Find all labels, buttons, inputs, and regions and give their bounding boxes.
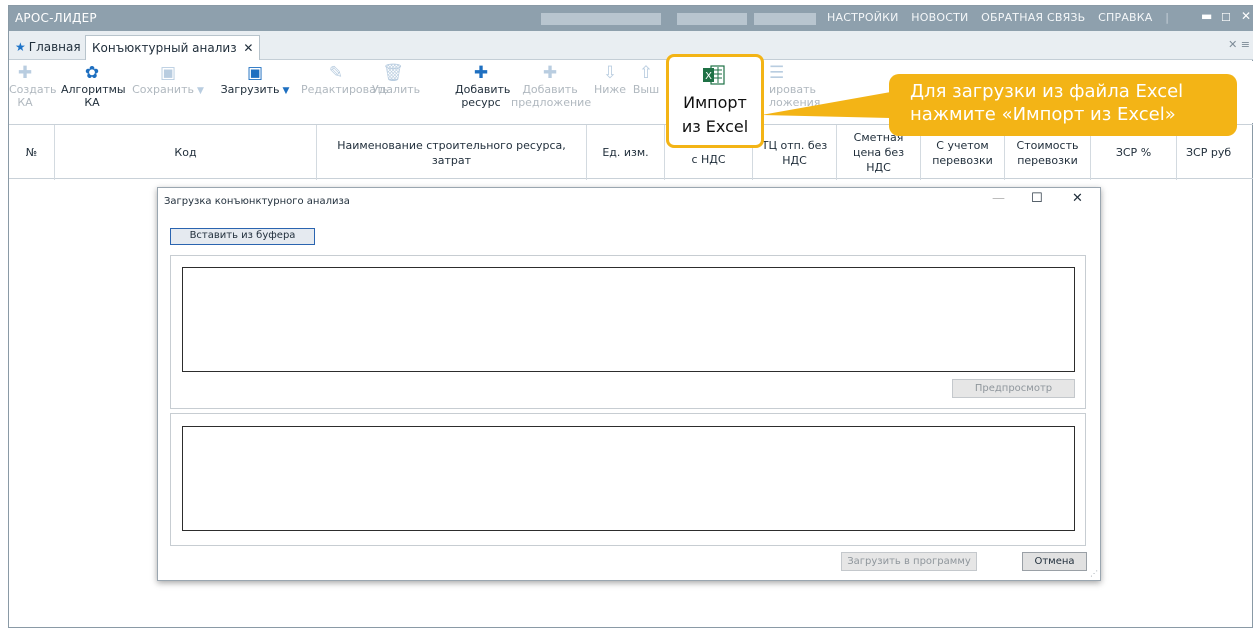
column-unit[interactable]: Ед. изм. — [587, 125, 665, 180]
plus-icon: ✚ — [542, 63, 558, 83]
load-icon: ▣ — [246, 63, 264, 83]
import-label-2: из Excel — [681, 117, 749, 136]
move-down-label: Ниже — [593, 83, 627, 96]
column-number[interactable]: № — [9, 125, 55, 180]
preview-button[interactable]: Предпросмотр — [952, 379, 1075, 398]
menu-news[interactable]: НОВОСТИ — [911, 11, 968, 24]
dialog-minimize-icon[interactable]: — — [992, 191, 1005, 206]
menu-help[interactable]: СПРАВКА — [1098, 11, 1152, 24]
save-icon: ▣ — [159, 63, 177, 83]
minimize-icon[interactable]: ▬ — [1201, 9, 1212, 23]
maximize-icon[interactable]: ☐ — [1221, 11, 1231, 24]
plus-icon: ✚ — [17, 63, 33, 83]
callout-pointer — [761, 92, 891, 118]
cancel-button[interactable]: Отмена — [1022, 552, 1087, 571]
load-into-program-button[interactable]: Загрузить в программу — [841, 552, 977, 571]
blurred-user-info — [677, 13, 747, 25]
move-down-button[interactable]: ⇩ Ниже — [593, 64, 627, 96]
create-label: Создать — [9, 83, 57, 96]
move-down-icon: ⇩ — [602, 63, 618, 83]
blurred-user-info — [541, 13, 661, 25]
gear-icon: ✿ — [84, 63, 100, 83]
chevron-down-icon: ▼ — [282, 86, 290, 96]
add-offer-button[interactable]: ✚ Добавить предложение — [511, 63, 592, 109]
tab-home[interactable]: ★ Главная — [9, 35, 87, 60]
preview-area — [182, 426, 1075, 531]
plus-icon: ✚ — [473, 63, 489, 83]
title-bar: АРОС-ЛИДЕР НАСТРОЙКИ НОВОСТИ ОБРАТНАЯ СВ… — [9, 6, 1253, 31]
add-resource-button[interactable]: ✚ Добавить ресурс — [455, 63, 511, 109]
list-icon: ☰ — [769, 63, 785, 83]
import-dialog: Загрузка конъюнктурного анализа — ☐ ✕ Вс… — [157, 187, 1101, 581]
add-offer-label-2: предложение — [511, 96, 592, 109]
delete-button[interactable]: 🗑 Удалить — [372, 63, 420, 96]
import-excel-button[interactable]: X Импорт из Excel — [666, 54, 764, 148]
column-name[interactable]: Наименование строительного ресурса, затр… — [317, 125, 587, 180]
dialog-maximize-icon[interactable]: ☐ — [1031, 191, 1043, 206]
save-label: Сохранить — [132, 83, 194, 96]
app-title: АРОС-ЛИДЕР — [15, 11, 97, 25]
dialog-close-icon[interactable]: ✕ — [1072, 191, 1083, 206]
create-label-2: КА — [17, 96, 33, 109]
close-icon[interactable]: ✕ — [1241, 9, 1251, 23]
pencil-icon: ✎ — [328, 63, 344, 83]
preview-panel — [170, 413, 1086, 546]
chevron-down-icon: ▼ — [196, 86, 204, 96]
tab-conjuncture[interactable]: Конъюктурный анализ ✕ — [85, 35, 261, 60]
paste-textarea[interactable] — [182, 267, 1075, 372]
tab-conjuncture-label: Конъюктурный анализ — [92, 41, 237, 55]
app-window: АРОС-ЛИДЕР НАСТРОЙКИ НОВОСТИ ОБРАТНАЯ СВ… — [8, 5, 1253, 628]
callout-line-2: нажмите «Импорт из Excel» — [910, 104, 1176, 125]
trash-icon: 🗑 — [382, 63, 404, 83]
delete-label: Удалить — [372, 83, 421, 96]
move-up-label: Выш — [632, 83, 660, 96]
add-resource-label-2: ресурс — [461, 96, 501, 109]
excel-icon-letter: X — [705, 71, 712, 82]
algorithms-label: Алгоритмы — [61, 83, 126, 96]
algorithms-button[interactable]: ✿ Алгоритмы КА — [61, 63, 126, 109]
load-button[interactable]: ▣ Загрузить ▼ — [214, 64, 296, 98]
add-offer-label: Добавить — [522, 83, 578, 96]
blurred-user-info — [754, 13, 816, 25]
tabs-menu-icon[interactable]: ✕ ≡ — [1228, 38, 1250, 51]
tab-close-icon[interactable]: ✕ — [243, 41, 253, 55]
callout-line-1: Для загрузки из файла Excel — [910, 81, 1184, 102]
dialog-title: Загрузка конъюнктурного анализа — [164, 196, 350, 207]
tab-home-label: Главная — [28, 40, 81, 54]
edit-button[interactable]: ✎ Редактировать — [301, 63, 389, 96]
move-up-icon: ⇧ — [638, 63, 654, 83]
menu-feedback[interactable]: ОБРАТНАЯ СВЯЗЬ — [981, 11, 1085, 24]
input-panel: Предпросмотр — [170, 255, 1086, 409]
star-icon: ★ — [15, 40, 26, 54]
add-resource-label: Добавить — [455, 83, 511, 96]
instruction-callout: Для загрузки из файла Excel нажмите «Имп… — [889, 74, 1237, 136]
column-price-novat[interactable]: ТЦ отп. без НДС — [753, 125, 837, 180]
load-label: Загрузить — [220, 83, 280, 96]
top-menu: НАСТРОЙКИ НОВОСТИ ОБРАТНАЯ СВЯЗЬ СПРАВКА… — [827, 11, 1178, 24]
resize-grip-icon[interactable]: ⋰ — [1090, 569, 1098, 578]
move-up-button[interactable]: ⇧ Выш — [631, 64, 661, 96]
menu-separator: | — [1165, 11, 1170, 24]
import-label: Импорт — [683, 93, 747, 112]
excel-icon: X — [703, 65, 725, 85]
tab-bar: ★ Главная Конъюктурный анализ ✕ ✕ ≡ — [9, 31, 1253, 60]
paste-from-clipboard-button[interactable]: Вставить из буфера — [170, 228, 315, 245]
algorithms-label-2: КА — [84, 96, 100, 109]
save-button[interactable]: ▣ Сохранить ▼ — [127, 64, 209, 98]
column-code[interactable]: Код — [55, 125, 317, 180]
create-button[interactable]: ✚ Создать КА — [9, 63, 57, 109]
menu-settings[interactable]: НАСТРОЙКИ — [827, 11, 899, 24]
